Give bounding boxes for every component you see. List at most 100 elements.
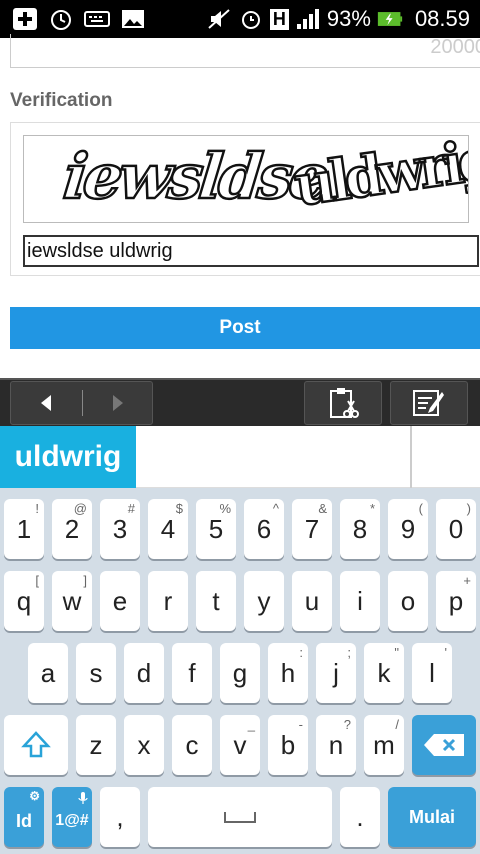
key-alt-label: &	[318, 501, 327, 516]
status-bar: H 93% 08.59	[0, 0, 480, 38]
key-y[interactable]: y	[244, 571, 284, 631]
period-key[interactable]: .	[340, 787, 380, 847]
verification-box: iewsldse uldwrig iewsldse uldwrig	[10, 122, 480, 276]
image-icon	[120, 7, 146, 31]
comma-key[interactable]: ,	[100, 787, 140, 847]
key-alt-label: #	[127, 501, 135, 516]
key-6[interactable]: 6 ^	[244, 499, 284, 559]
captcha-word-1: iewsldse	[59, 139, 330, 215]
key-label: .	[356, 801, 364, 832]
key-a[interactable]: a	[28, 643, 68, 703]
key-label: 7	[304, 513, 320, 544]
shift-key[interactable]	[4, 715, 68, 775]
signal-icon	[295, 7, 321, 31]
key-label: 5	[208, 513, 224, 544]
key-t[interactable]: t	[196, 571, 236, 631]
key-n[interactable]: n?	[316, 715, 356, 775]
key-alt-label: *	[369, 501, 375, 516]
key-f[interactable]: f	[172, 643, 212, 703]
key-p[interactable]: p +	[436, 571, 476, 631]
language-label: Id	[16, 810, 32, 831]
key-label: y	[257, 585, 271, 616]
key-alt-label: ]	[83, 573, 87, 588]
add-notification-icon	[12, 7, 38, 31]
key-alt-label: ^	[272, 501, 279, 516]
key-m[interactable]: m /	[364, 715, 404, 775]
space-key[interactable]	[148, 787, 332, 847]
key-4[interactable]: 4 $	[148, 499, 188, 559]
key-alt-label: $	[175, 501, 183, 516]
key-alt-label: @	[73, 501, 87, 516]
space-bar-icon	[224, 812, 256, 823]
key-o[interactable]: o	[388, 571, 428, 631]
key-2[interactable]: 2 @	[52, 499, 92, 559]
key-i[interactable]: i	[340, 571, 380, 631]
key-x[interactable]: x	[124, 715, 164, 775]
key-label: 1	[16, 513, 32, 544]
key-label: e	[112, 585, 128, 616]
key-label: l	[429, 657, 435, 688]
key-label: v	[233, 729, 247, 760]
key-5[interactable]: 5%	[196, 499, 236, 559]
key-label: 3	[112, 513, 128, 544]
key-alt-label: %	[219, 501, 231, 516]
post-button[interactable]: Post	[10, 307, 480, 349]
captcha-input-value: iewsldse uldwrig	[27, 240, 173, 262]
key-label: x	[137, 729, 151, 760]
key-alt-label: ;	[347, 645, 351, 660]
key-v[interactable]: v _	[220, 715, 260, 775]
key-g[interactable]: g	[220, 643, 260, 703]
key-7[interactable]: 7 &	[292, 499, 332, 559]
key-label: s	[89, 657, 103, 688]
previous-input-field[interactable]: 20000	[10, 34, 480, 68]
symbols-key[interactable]: 1@#	[52, 787, 92, 847]
key-3[interactable]: 3 #	[100, 499, 140, 559]
key-s[interactable]: s	[76, 643, 116, 703]
captcha-input[interactable]: iewsldse uldwrig	[23, 235, 479, 267]
clipboard-cut-button[interactable]	[304, 381, 382, 425]
cursor-right-icon[interactable]	[111, 394, 125, 417]
key-alt-label: ?	[343, 717, 351, 732]
key-w[interactable]: w]	[52, 571, 92, 631]
edit-note-icon	[413, 390, 444, 416]
key-label: p	[448, 585, 464, 616]
key-q[interactable]: q[	[4, 571, 44, 631]
key-l[interactable]: l '	[412, 643, 452, 703]
key-label: h	[280, 657, 296, 688]
key-e[interactable]: e	[100, 571, 140, 631]
key-label: t	[212, 585, 220, 616]
key-label: a	[40, 657, 56, 688]
key-label: ,	[116, 801, 124, 832]
key-8[interactable]: 8 *	[340, 499, 380, 559]
key-z[interactable]: z	[76, 715, 116, 775]
key-alt-label: [	[35, 573, 39, 588]
language-key[interactable]: Id ⚙	[4, 787, 44, 847]
enter-key[interactable]: Mulai	[388, 787, 476, 847]
editing-toolbar	[0, 378, 480, 426]
key-alt-label: "	[394, 645, 399, 660]
key-label: f	[188, 657, 196, 688]
settings-gear-icon: ⚙	[29, 789, 40, 803]
key-9[interactable]: 9(	[388, 499, 428, 559]
key-k[interactable]: k "	[364, 643, 404, 703]
key-0[interactable]: 0)	[436, 499, 476, 559]
key-label: u	[304, 585, 320, 616]
key-b[interactable]: b-	[268, 715, 308, 775]
backspace-key[interactable]	[412, 715, 476, 775]
key-j[interactable]: j;	[316, 643, 356, 703]
mute-icon	[206, 7, 232, 31]
edit-text-button[interactable]	[390, 381, 468, 425]
key-u[interactable]: u	[292, 571, 332, 631]
primary-suggestion[interactable]: uldwrig	[0, 426, 136, 488]
verification-label: Verification	[10, 90, 113, 111]
key-alt-label: '	[444, 645, 447, 660]
key-d[interactable]: d	[124, 643, 164, 703]
nav-divider	[82, 390, 83, 416]
key-alt-label: +	[463, 573, 471, 588]
key-c[interactable]: c	[172, 715, 212, 775]
key-label: 2	[64, 513, 80, 544]
key-h[interactable]: h:	[268, 643, 308, 703]
key-1[interactable]: 1!	[4, 499, 44, 559]
cursor-left-icon[interactable]	[39, 394, 53, 417]
key-r[interactable]: r	[148, 571, 188, 631]
